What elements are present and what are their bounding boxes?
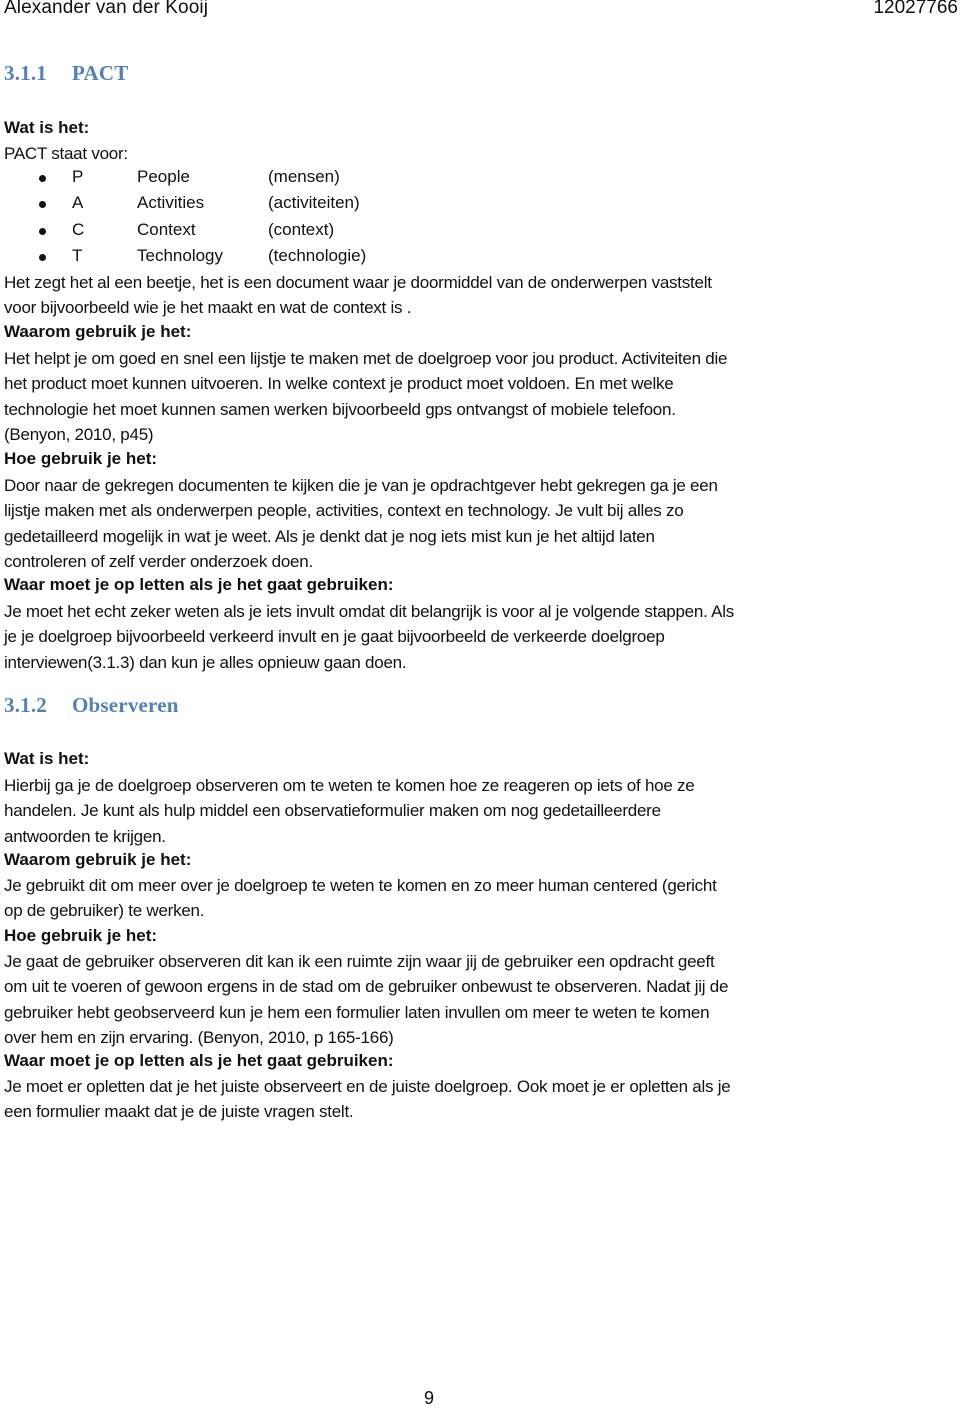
text-line: op de gebruiker) te werken. xyxy=(4,901,205,921)
bullet-letter: C xyxy=(72,219,85,239)
document-page: Alexander van der Kooij 12027766 3.1.1 PA… xyxy=(0,0,960,1410)
observeren-how-paragraph: Je gaat de gebruiker observeren dit kan … xyxy=(4,949,884,1050)
label-why-use: Waarom gebruik je het: xyxy=(4,322,192,341)
page-number: 9 xyxy=(424,1388,435,1408)
text-line: antwoorden te krijgen. xyxy=(4,826,166,846)
text-line: handelen. Je kunt als hulp middel een ob… xyxy=(4,801,661,821)
text-line: Je gebruikt dit om meer over je doelgroe… xyxy=(4,876,717,895)
label-what-is-it: Wat is het: xyxy=(4,749,90,768)
bullet-word: People xyxy=(137,167,190,186)
label-how-use: Hoe gebruik je het: xyxy=(4,449,158,468)
section-title: Observeren xyxy=(72,693,179,717)
section-title: PACT xyxy=(72,61,129,85)
bullet-translation: (context) xyxy=(268,219,335,239)
bullet-icon xyxy=(39,175,46,182)
text-line: gedetailleerd mogelijk in wat je weet. A… xyxy=(4,526,655,546)
observeren-what-paragraph: Hierbij ga je de doelgroep observeren om… xyxy=(4,773,884,849)
header-student-number: 12027766 xyxy=(873,0,958,18)
section-heading-observeren: 3.1.2 Observeren xyxy=(4,693,179,718)
section-number: 3.1.1 xyxy=(4,61,47,85)
section-heading-pact: 3.1.1 PACT xyxy=(4,61,128,86)
text-line: om uit te voeren of gewoon ergens in de … xyxy=(4,977,729,997)
bullet-translation: (mensen) xyxy=(268,167,340,186)
bullet-letter: T xyxy=(72,245,83,265)
label-attention: Waar moet je op letten als je het gaat g… xyxy=(4,1051,394,1070)
bullet-letter: P xyxy=(72,167,84,186)
bullet-word: Activities xyxy=(137,193,205,213)
bullet-icon xyxy=(39,201,46,209)
text-line: Je moet het echt zeker weten als je iets… xyxy=(4,602,734,621)
bullet-icon xyxy=(39,227,46,235)
pact-what-paragraph: Het zegt het al een beetje, het is een d… xyxy=(4,270,884,321)
pact-attention-paragraph: Je moet het echt zeker weten als je iets… xyxy=(4,599,884,675)
bullet-word: Technology xyxy=(137,245,224,265)
text-line: Je gaat de gebruiker observeren dit kan … xyxy=(4,952,715,971)
text-line: lijstje maken met als onderwerpen people… xyxy=(4,501,684,521)
pact-how-paragraph: Door naar de gekregen documenten te kijk… xyxy=(4,473,884,574)
text-line: gebruiker hebt geobserveerd kun je hem e… xyxy=(4,1002,710,1022)
text-line: technologie het moet kunnen samen werken… xyxy=(4,399,676,419)
bullet-translation: (technologie) xyxy=(268,245,367,265)
pact-why-paragraph: Het helpt je om goed en snel een lijstje… xyxy=(4,346,884,447)
label-how-use: Hoe gebruik je het: xyxy=(4,926,158,945)
text-line: Door naar de gekregen documenten te kijk… xyxy=(4,476,718,495)
text-line: over hem en zijn ervaring. (Benyon, 2010… xyxy=(4,1027,394,1047)
label-what-is-it: Wat is het: xyxy=(4,118,90,137)
text-line: het product moet kunnen uitvoeren. In we… xyxy=(4,374,674,394)
observeren-why-paragraph: Je gebruikt dit om meer over je doelgroe… xyxy=(4,873,884,924)
text-line: je je doelgroep bijvoorbeeld verkeerd in… xyxy=(4,627,665,647)
text-line: een formulier maakt dat je de juiste vra… xyxy=(4,1102,354,1122)
header-author: Alexander van der Kooij xyxy=(4,0,209,18)
text-line: interviewen(3.1.3) dan kun je alles opni… xyxy=(4,652,407,672)
bullet-icon xyxy=(39,253,46,261)
section-number: 3.1.2 xyxy=(4,693,47,717)
text-line: Hierbij ga je de doelgroep observeren om… xyxy=(4,776,695,795)
text-line: Het helpt je om goed en snel een lijstje… xyxy=(4,349,728,368)
bullet-letter: A xyxy=(72,193,84,213)
text-line: (Benyon, 2010, p45) xyxy=(4,424,154,444)
label-why-use: Waarom gebruik je het: xyxy=(4,850,192,869)
text-line: controleren of zelf verder onderzoek doe… xyxy=(4,551,313,571)
text-line: Je moet er opletten dat je het juiste ob… xyxy=(4,1077,731,1096)
bullet-translation: (activiteiten) xyxy=(268,193,360,213)
label-attention: Waar moet je op letten als je het gaat g… xyxy=(4,575,394,594)
bullet-word: Context xyxy=(137,219,196,239)
text-line: Het zegt het al een beetje, het is een d… xyxy=(4,273,712,292)
text-line: voor bijvoorbeeld wie je het maakt en wa… xyxy=(4,298,412,318)
pact-intro: PACT staat voor: xyxy=(4,144,128,163)
observeren-attention-paragraph: Je moet er opletten dat je het juiste ob… xyxy=(4,1074,884,1125)
